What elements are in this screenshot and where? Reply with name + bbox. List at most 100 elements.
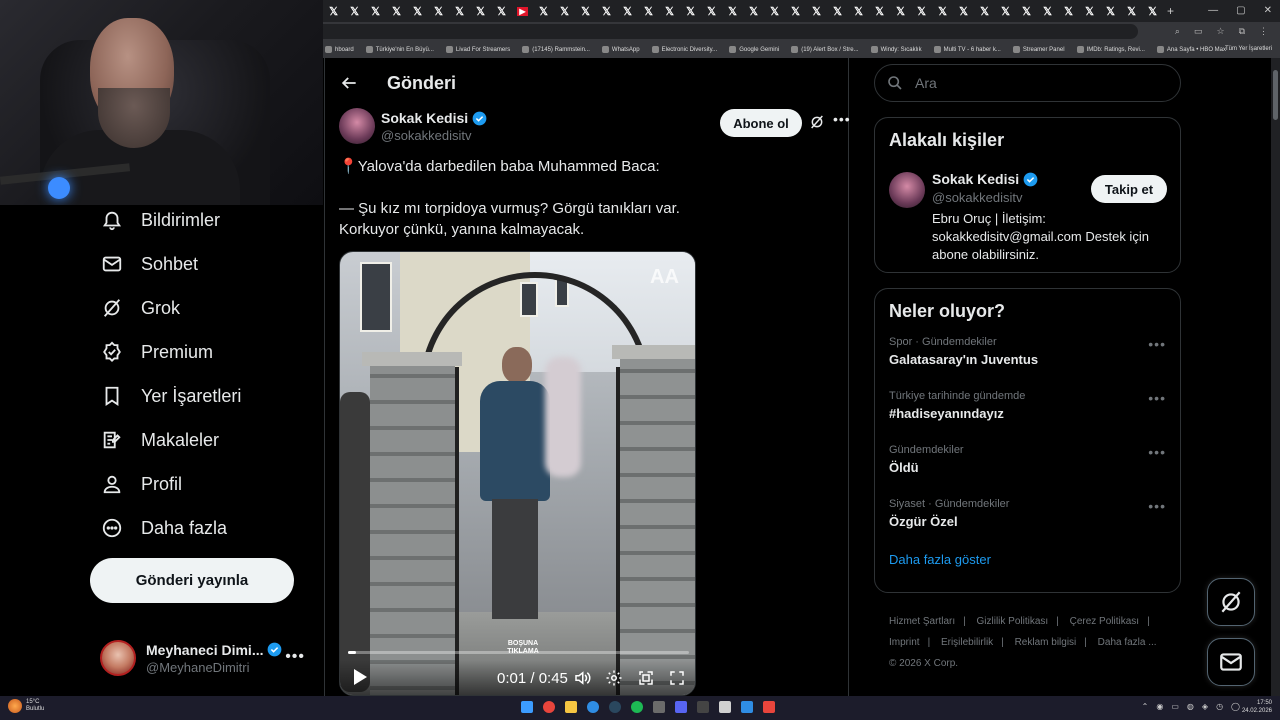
browser-tab[interactable]: 𝕏 [1142, 0, 1163, 22]
browser-tab[interactable]: 𝕏 [827, 0, 848, 22]
browser-tab[interactable]: 𝕏 [1037, 0, 1058, 22]
browser-tab[interactable]: ▶ [512, 0, 533, 22]
browser-tab[interactable]: 𝕏 [1100, 0, 1121, 22]
browser-tab[interactable]: 𝕏 [596, 0, 617, 22]
browser-tab[interactable]: 𝕏 [890, 0, 911, 22]
bookmark-item[interactable]: WhatsApp [601, 46, 640, 53]
clock[interactable]: 17:50 24.02.2026 [1242, 699, 1272, 715]
cast-icon[interactable]: ▭ [1194, 26, 1203, 37]
subscribe-button[interactable]: Abone ol [720, 109, 802, 137]
browser-tab[interactable]: 𝕏 [533, 0, 554, 22]
browser-tab[interactable]: 𝕏 [743, 0, 764, 22]
browser-tab[interactable]: 𝕏 [617, 0, 638, 22]
more-icon[interactable]: ••• [1148, 444, 1166, 460]
footer-link[interactable]: Erişilebilirlik [941, 637, 993, 648]
fullscreen-icon[interactable] [668, 669, 686, 687]
author-handle[interactable]: @sokakkedisitv [381, 128, 472, 143]
footer-link[interactable]: Reklam bilgisi [1015, 637, 1077, 648]
messages-fab[interactable] [1207, 638, 1255, 686]
browser-tab[interactable]: 𝕏 [764, 0, 785, 22]
bookmark-item[interactable]: Electronic Diversity... [651, 46, 717, 53]
volume-icon[interactable] [573, 669, 591, 687]
nav-item-profil[interactable]: Profil [88, 462, 318, 506]
picture-in-picture-icon[interactable] [637, 669, 655, 687]
system-tray[interactable]: ⌃ ◉ ▭ ◍ ◈ ◷ ◯ [1142, 702, 1240, 711]
app-icon[interactable] [761, 698, 777, 716]
browser-tab[interactable]: 𝕏 [659, 0, 680, 22]
bookmark-item[interactable]: Windy: Sıcaklık [870, 46, 922, 53]
browser-tab[interactable]: 𝕏 [407, 0, 428, 22]
related-handle[interactable]: @sokakkedisitv [932, 190, 1023, 205]
settings-icon[interactable] [605, 669, 623, 687]
footer-link[interactable]: Daha fazla ... [1098, 637, 1157, 648]
browser-tab[interactable]: 𝕏 [1079, 0, 1100, 22]
browser-tab[interactable]: 𝕏 [470, 0, 491, 22]
back-arrow-icon[interactable] [339, 73, 359, 93]
nav-item-grok[interactable]: Grok [88, 286, 318, 330]
browser-tab[interactable]: 𝕏 [1121, 0, 1142, 22]
search-box[interactable] [874, 64, 1181, 102]
nav-item-premium[interactable]: Premium [88, 330, 318, 374]
page-scrollbar[interactable] [1271, 58, 1280, 696]
browser-tab[interactable]: 𝕏 [995, 0, 1016, 22]
browser-tab[interactable]: 𝕏 [344, 0, 365, 22]
bookmark-item[interactable]: Google Gemini [729, 46, 779, 53]
footer-link[interactable]: Hizmet Şartları [889, 616, 955, 627]
bookmark-item[interactable]: Türkiye'nin En Büyü... [365, 46, 434, 53]
extension-icon[interactable]: ⧉ [1239, 26, 1245, 37]
video-player[interactable]: AA BOŞUNA TIKLAMA 0:01 / 0:45 [339, 251, 696, 696]
nav-item-sohbet[interactable]: Sohbet [88, 242, 318, 286]
folder-icon[interactable] [563, 698, 579, 716]
nav-item-daha-fazla[interactable]: Daha fazla [88, 506, 318, 550]
footer-link[interactable]: Çerez Politikası [1070, 616, 1139, 627]
browser-tab[interactable]: 𝕏 [386, 0, 407, 22]
post-button[interactable]: Gönderi yayınla [90, 558, 294, 603]
windows-start-icon[interactable] [519, 698, 535, 716]
discord-icon[interactable] [673, 698, 689, 716]
browser-tab[interactable]: 𝕏 [911, 0, 932, 22]
more-icon[interactable]: ••• [833, 111, 851, 127]
browser-tab[interactable]: 𝕏 [806, 0, 827, 22]
more-icon[interactable]: ••• [285, 648, 305, 666]
browser-tab[interactable]: 𝕏 [701, 0, 722, 22]
app-icon[interactable] [651, 698, 667, 716]
browser-tab[interactable]: 𝕏 [1058, 0, 1079, 22]
app-icon[interactable] [739, 698, 755, 716]
trend-item[interactable]: Siyaset · Gündemdekiler Özgür Özel ••• [875, 494, 1180, 548]
window-controls[interactable]: — ▢ ✕ [1208, 0, 1272, 22]
browser-tab[interactable]: 𝕏 [722, 0, 743, 22]
trend-item[interactable]: Spor · Gündemdekiler Galatasaray'ın Juve… [875, 332, 1180, 386]
video-progress-bar[interactable] [348, 651, 689, 654]
app-icon[interactable] [695, 698, 711, 716]
play-icon[interactable] [352, 668, 368, 686]
steam-icon[interactable] [607, 698, 623, 716]
browser-tab[interactable]: 𝕏 [953, 0, 974, 22]
related-name[interactable]: Sokak Kedisi [932, 171, 1019, 187]
weather-widget[interactable]: 15°C Bulutlu [8, 699, 44, 713]
spotify-icon[interactable] [629, 698, 645, 716]
browser-tab[interactable]: 𝕏 [575, 0, 596, 22]
more-icon[interactable]: ••• [1148, 336, 1166, 352]
browser-tab[interactable]: 𝕏 [785, 0, 806, 22]
avatar[interactable] [339, 108, 375, 144]
browser-tab[interactable]: 𝕏 [365, 0, 386, 22]
browser-tab[interactable]: 𝕏 [491, 0, 512, 22]
bookmark-item[interactable]: (17145) Rammstein... [522, 46, 590, 53]
search-icon[interactable]: ⌕ [1175, 26, 1180, 37]
address-bar[interactable]: ⌕ ▭ ☆ ⧉ ⋮ [323, 22, 1280, 41]
search-input[interactable] [915, 75, 1155, 91]
follow-button[interactable]: Takip et [1091, 175, 1167, 203]
browser-tab[interactable]: 𝕏 [974, 0, 995, 22]
browser-tab[interactable]: 𝕏 [680, 0, 701, 22]
app-icon[interactable] [717, 698, 733, 716]
browser-tab[interactable]: 𝕏 [1016, 0, 1037, 22]
more-icon[interactable]: ••• [1148, 390, 1166, 406]
bookmark-item[interactable]: Streamer Panel [1012, 46, 1065, 53]
new-tab-button[interactable]: + [1167, 4, 1174, 18]
bookmark-item[interactable]: (19) Alert Box / Stre... [791, 46, 859, 53]
nav-item-makaleler[interactable]: Makaleler [88, 418, 318, 462]
nav-item-bildirimler[interactable]: Bildirimler [88, 198, 318, 242]
show-more-link[interactable]: Daha fazla göster [875, 548, 1180, 579]
bookmark-item[interactable]: Livad For Streamers [445, 46, 510, 53]
browser-tab[interactable]: 𝕏 [638, 0, 659, 22]
